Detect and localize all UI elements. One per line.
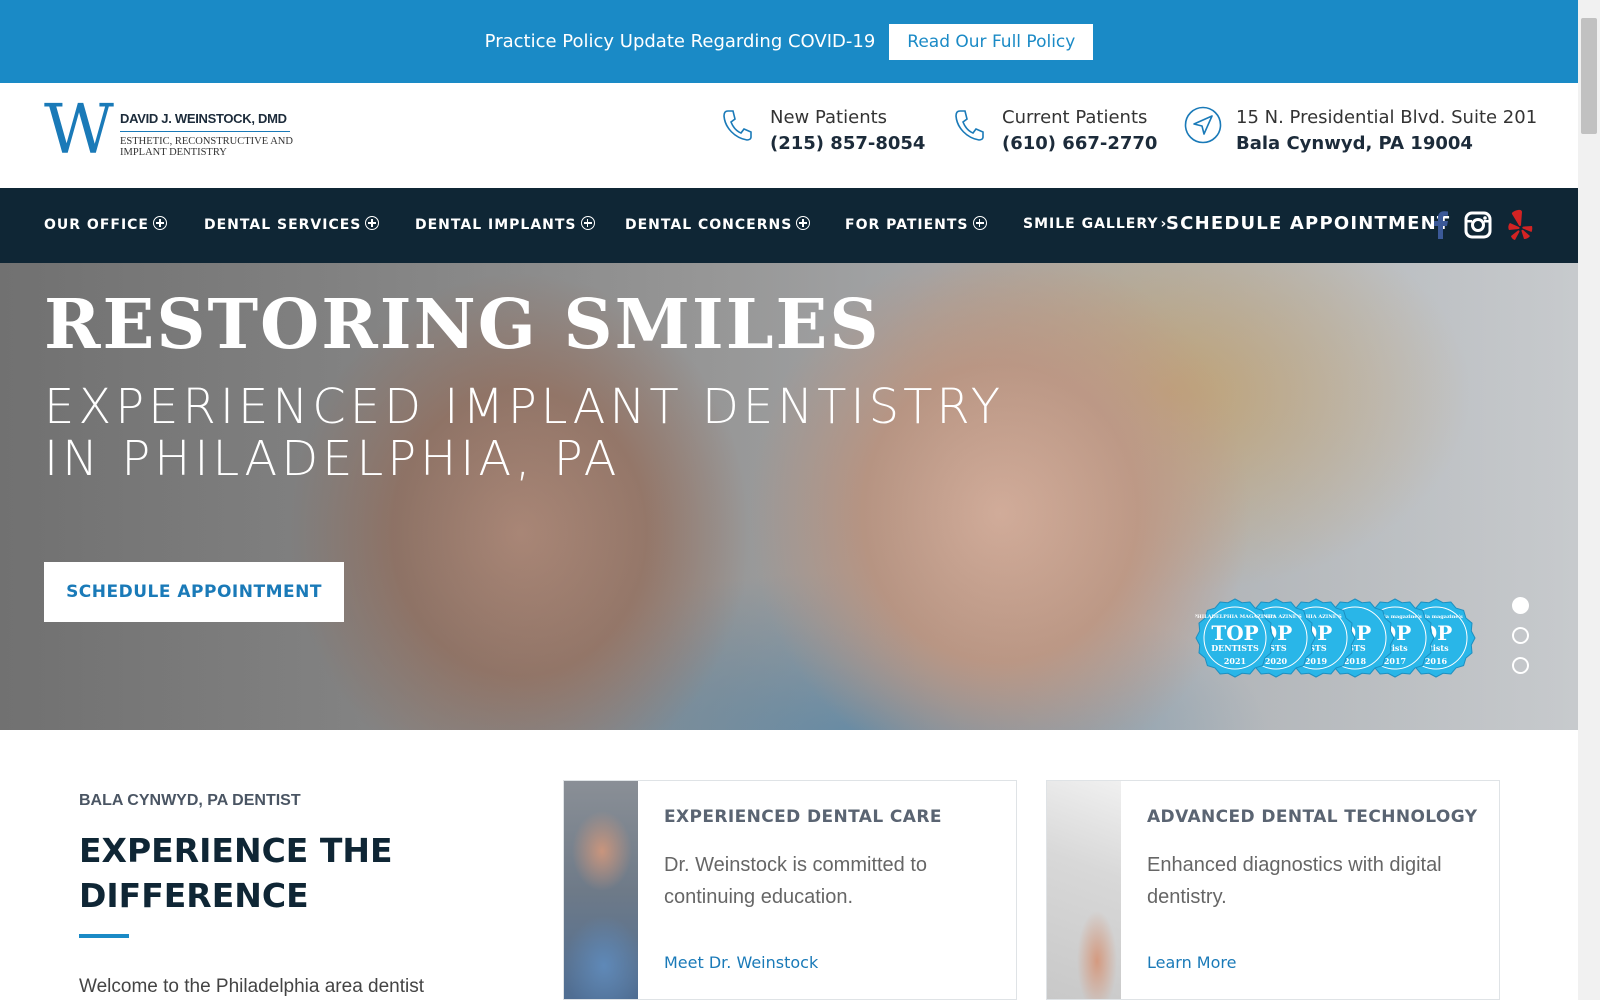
- site-header: W DAVID J. WEINSTOCK, DMD ESTHETIC, RECO…: [0, 83, 1578, 188]
- contact-new-patients[interactable]: New Patients (215) 857-8054: [718, 105, 925, 157]
- feature-card-experience: EXPERIENCED DENTAL CARE Dr. Weinstock is…: [563, 780, 1017, 1000]
- nav-label: DENTAL IMPLANTS: [415, 217, 577, 233]
- logo-monogram: W: [44, 91, 114, 170]
- hero-title: RESTORING SMILES: [44, 285, 881, 365]
- covid-notice-text: Practice Policy Update Regarding COVID-1…: [484, 31, 876, 52]
- meet-dr-link[interactable]: Meet Dr. Weinstock: [664, 953, 818, 972]
- logo-tagline: ESTHETIC, RECONSTRUCTIVE AND IMPLANT DEN…: [120, 136, 293, 158]
- card-text: Dr. Weinstock is committed to continuing…: [664, 854, 928, 908]
- nav-for-patients[interactable]: FOR PATIENTS: [845, 216, 987, 233]
- plus-circle-icon: [972, 216, 987, 230]
- address-city: Bala Cynwyd, PA 19004: [1236, 133, 1473, 154]
- hero-subtitle-line: IN PHILADELPHIA, PA: [44, 431, 621, 487]
- nav-label: FOR PATIENTS: [845, 217, 969, 233]
- phone-icon: [718, 105, 756, 145]
- card-title: ADVANCED DENTAL TECHNOLOGY: [1147, 807, 1478, 827]
- logo-divider: [120, 131, 290, 132]
- covid-banner: Practice Policy Update Regarding COVID-1…: [0, 0, 1578, 83]
- hero-subtitle-line: EXPERIENCED IMPLANT DENTISTRY: [44, 379, 1005, 435]
- card-title: EXPERIENCED DENTAL CARE: [664, 807, 942, 827]
- page-scrollbar[interactable]: [1578, 0, 1600, 1000]
- hero-schedule-button[interactable]: SCHEDULE APPOINTMENT: [44, 562, 344, 622]
- contact-label: Current Patients: [1002, 107, 1148, 128]
- instagram-icon[interactable]: [1463, 208, 1493, 242]
- nav-label: DENTAL CONCERNS: [625, 217, 793, 233]
- badge-sub: DENTISTS: [1211, 643, 1259, 653]
- nav-smile-gallery[interactable]: SMILE GALLERY ›: [1023, 216, 1167, 232]
- nav-schedule-appointment[interactable]: SCHEDULE APPOINTMENT: [1166, 213, 1450, 234]
- nav-our-office[interactable]: OUR OFFICE: [44, 216, 167, 233]
- nav-dental-implants[interactable]: DENTAL IMPLANTS: [415, 216, 595, 233]
- badge-word: TOP: [1211, 621, 1258, 645]
- intro-kicker: BALA CYNWYD, PA DENTIST: [79, 792, 301, 809]
- phone-icon: [950, 105, 988, 145]
- contact-current-patients[interactable]: Current Patients (610) 667-2770: [950, 105, 1157, 157]
- hero-slider: RESTORING SMILES EXPERIENCED IMPLANT DEN…: [0, 263, 1578, 730]
- badge-magazine-text: PHILADELPHIA MAGAZINE'S: [1195, 614, 1275, 620]
- learn-more-link[interactable]: Learn More: [1147, 953, 1236, 972]
- facebook-icon[interactable]: [1426, 208, 1456, 242]
- hero-subtitle: EXPERIENCED IMPLANT DENTISTRY IN PHILADE…: [44, 381, 1044, 485]
- contact-phone[interactable]: (610) 667-2770: [1002, 131, 1157, 157]
- logo-name: DAVID J. WEINSTOCK, DMD: [120, 111, 287, 126]
- badge-year: 2021: [1224, 656, 1246, 666]
- contact-address[interactable]: 15 N. Presidential Blvd. Suite 201 Bala …: [1184, 105, 1537, 157]
- nav-label: SMILE GALLERY: [1023, 216, 1159, 232]
- read-policy-button[interactable]: Read Our Full Policy: [889, 23, 1094, 60]
- slide-dot[interactable]: [1512, 657, 1529, 674]
- address-street: 15 N. Presidential Blvd. Suite 201: [1236, 107, 1538, 128]
- nav-label: DENTAL SERVICES: [204, 217, 362, 233]
- card-text: Enhanced diagnostics with digital dentis…: [1147, 854, 1442, 908]
- intro-divider: [79, 934, 129, 938]
- dental-tool-photo: [1047, 781, 1121, 999]
- intro-text: Welcome to the Philadelphia area dentist: [79, 976, 425, 997]
- slide-dot[interactable]: [1512, 627, 1529, 644]
- top-dentists-badge: PHILADELPHIA MAGAZINE'S TOP DENTISTS 2021: [1193, 598, 1277, 678]
- plus-circle-icon: [153, 216, 167, 230]
- nav-label: OUR OFFICE: [44, 217, 149, 233]
- yelp-icon[interactable]: [1505, 208, 1535, 242]
- dentist-photo: [564, 781, 638, 999]
- main-nav: OUR OFFICE DENTAL SERVICES DENTAL IMPLAN…: [0, 188, 1578, 263]
- slide-dot-active[interactable]: [1512, 597, 1529, 614]
- plus-circle-icon: [796, 216, 811, 230]
- contact-label: New Patients: [770, 107, 888, 128]
- contact-phone[interactable]: (215) 857-8054: [770, 131, 925, 157]
- plus-circle-icon: [580, 216, 595, 230]
- nav-dental-services[interactable]: DENTAL SERVICES: [204, 216, 380, 233]
- feature-card-technology: ADVANCED DENTAL TECHNOLOGY Enhanced diag…: [1046, 780, 1500, 1000]
- plus-circle-icon: [365, 216, 380, 230]
- intro-title: EXPERIENCE THE DIFFERENCE: [79, 831, 393, 915]
- scrollbar-thumb[interactable]: [1581, 18, 1597, 134]
- location-arrow-icon: [1184, 105, 1222, 145]
- site-logo[interactable]: W DAVID J. WEINSTOCK, DMD ESTHETIC, RECO…: [44, 95, 294, 167]
- nav-dental-concerns[interactable]: DENTAL CONCERNS: [625, 216, 811, 233]
